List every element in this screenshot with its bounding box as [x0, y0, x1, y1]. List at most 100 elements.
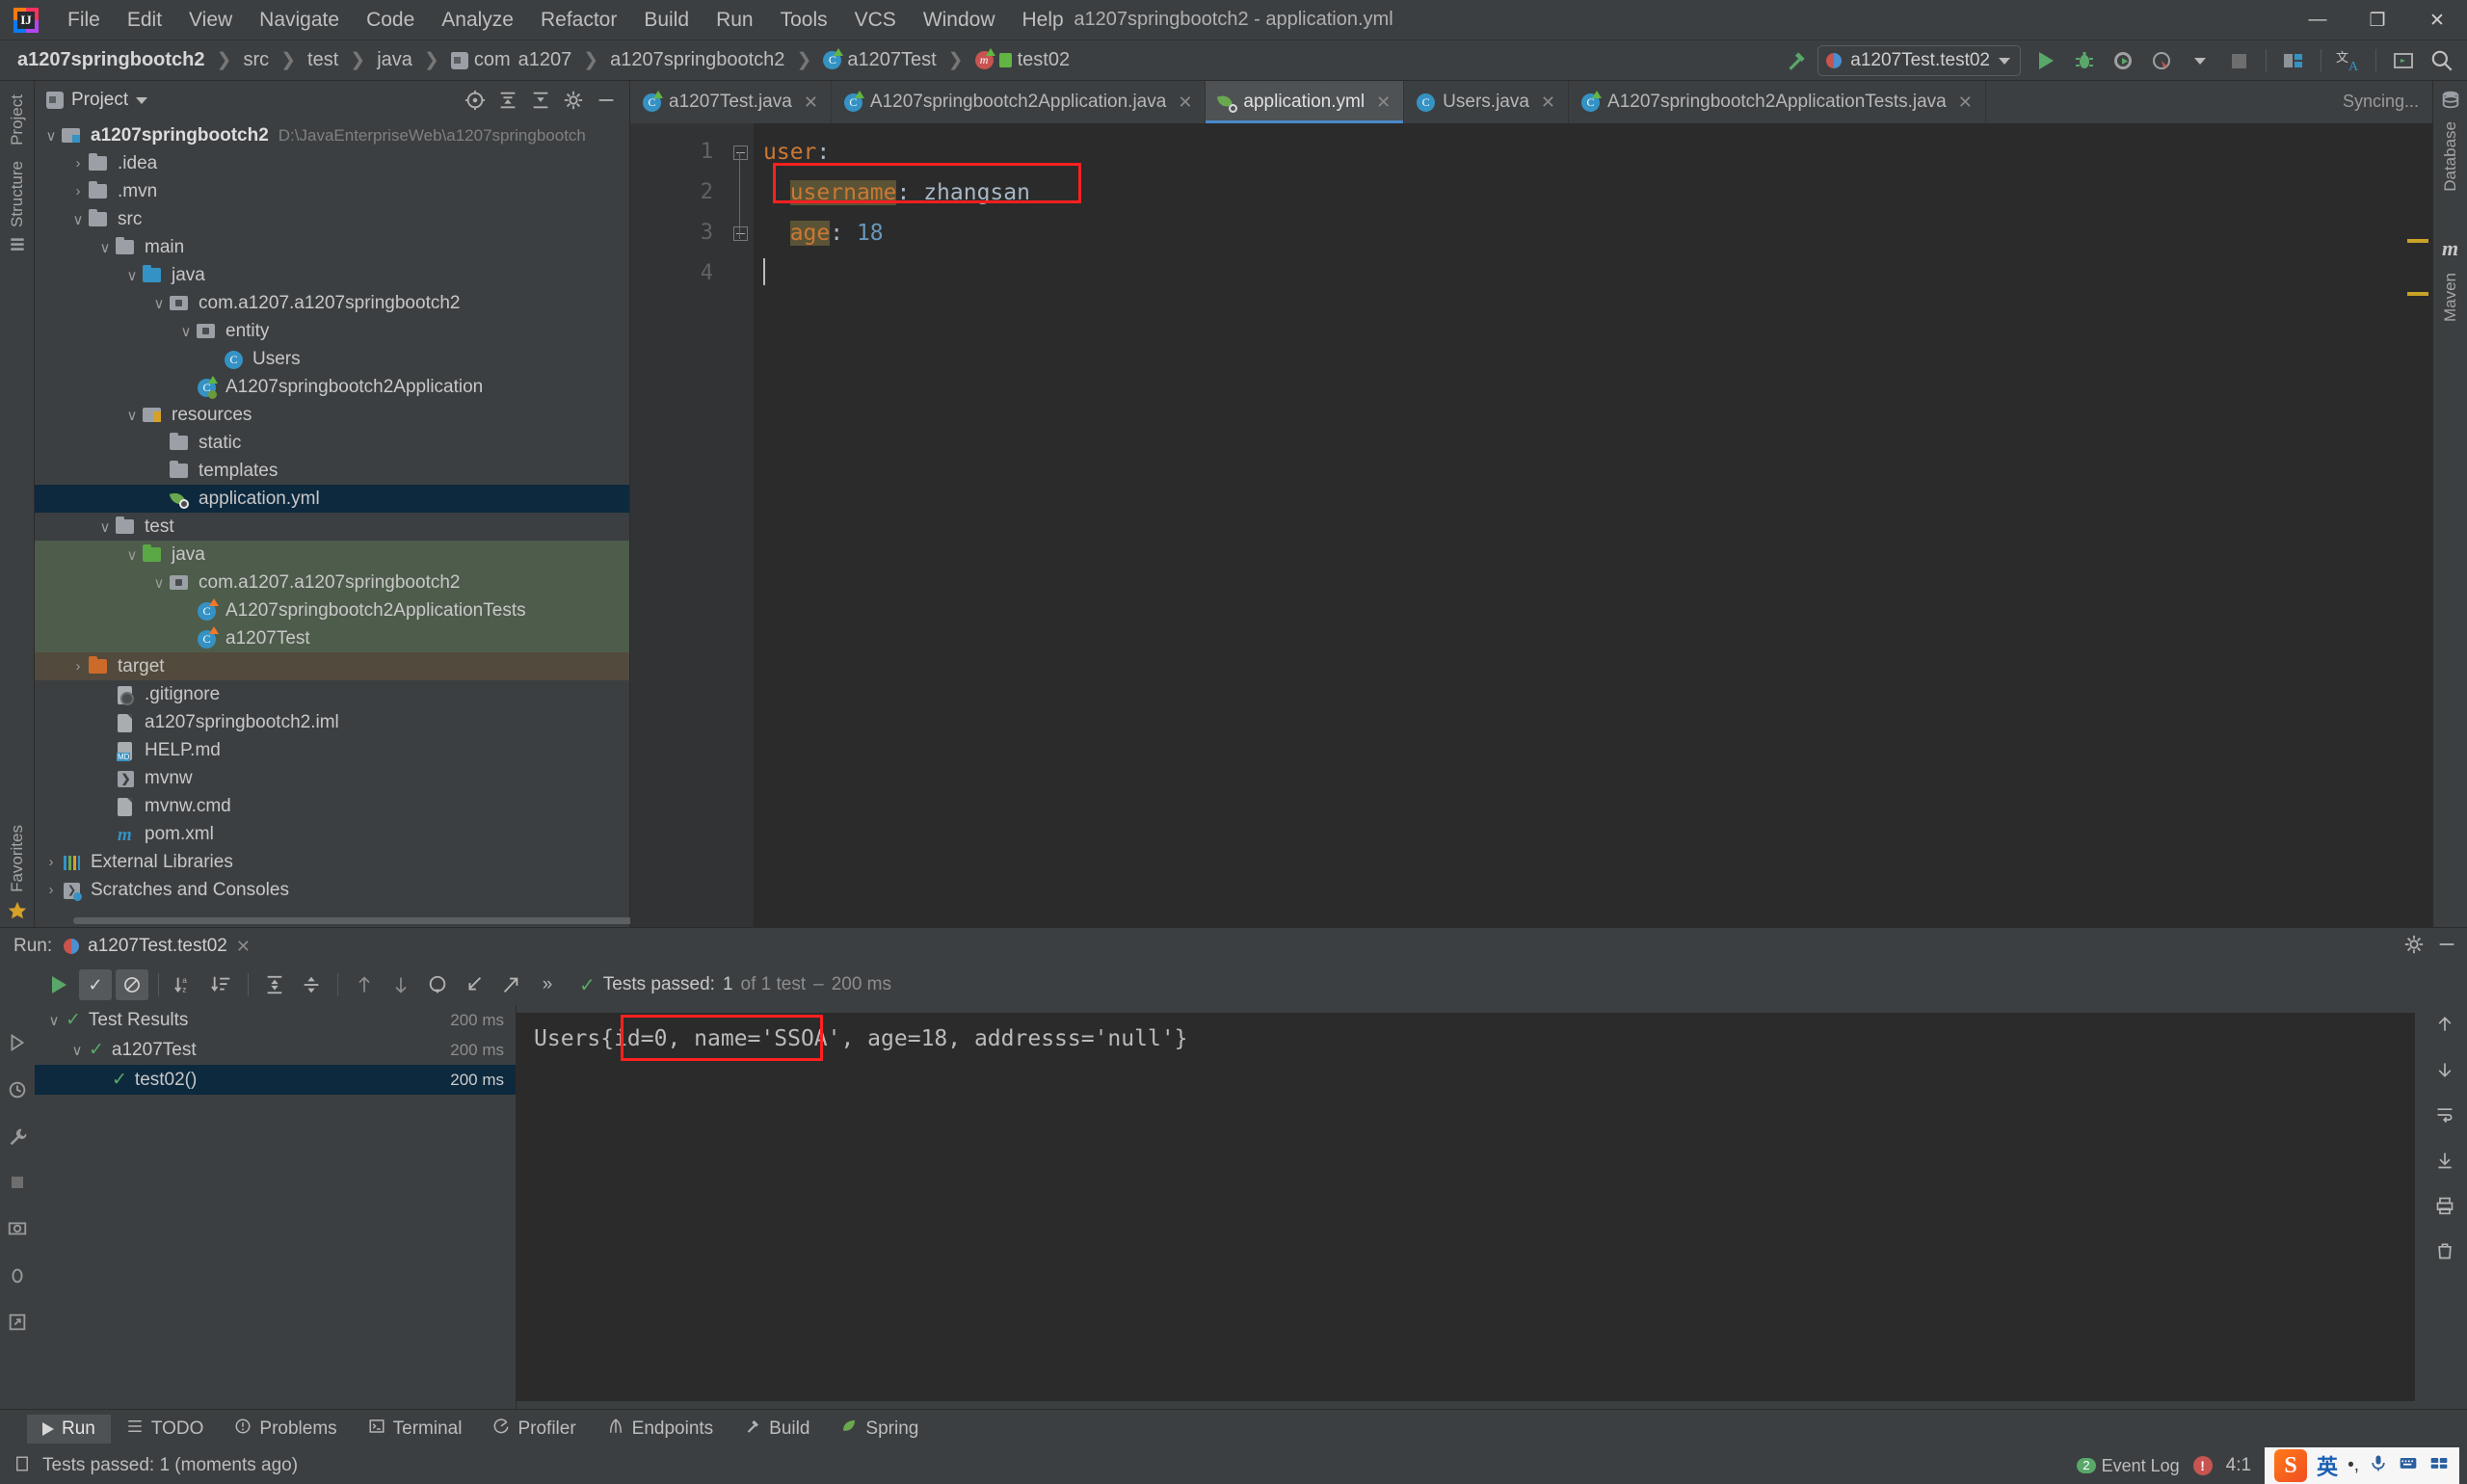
test-results-tree[interactable]: ∨ ✓ Test Results 200 ms ∨ ✓ a1207Test 20…: [35, 1005, 517, 1409]
chevron-down-icon[interactable]: ∨: [40, 127, 62, 145]
tool-button-structure[interactable]: Structure: [8, 161, 27, 227]
tree-row[interactable]: › .idea: [35, 149, 629, 177]
breadcrumb-item-com[interactable]: com: [447, 47, 515, 73]
tree-row[interactable]: ❯ mvnw: [35, 764, 629, 792]
chevron-down-icon[interactable]: [2183, 44, 2217, 77]
scroll-to-end-icon[interactable]: [2435, 1151, 2454, 1175]
breadcrumb-item-java[interactable]: java: [373, 47, 416, 73]
run-tab[interactable]: a1207Test.test02 ✕: [64, 936, 251, 957]
sort-duration-icon[interactable]: [205, 969, 238, 1000]
tree-row[interactable]: application.yml: [35, 485, 629, 513]
rerun-failed-icon[interactable]: [7, 1032, 28, 1058]
collapse-all-icon[interactable]: [295, 969, 328, 1000]
profiler-icon[interactable]: [2144, 44, 2179, 77]
inspection-warning-icon[interactable]: !: [2192, 1456, 2213, 1475]
close-button[interactable]: ✕: [2407, 0, 2467, 40]
close-icon[interactable]: ✕: [1958, 93, 1973, 113]
bookmarks-icon[interactable]: [8, 235, 27, 254]
run-icon[interactable]: [2029, 44, 2063, 77]
console-output-panel[interactable]: Users{id=0, name='SSOA', age=18, address…: [517, 1013, 2415, 1401]
tree-row[interactable]: › .mvn: [35, 177, 629, 205]
test-tree-row-results[interactable]: ∨ ✓ Test Results 200 ms: [35, 1005, 516, 1035]
tree-row[interactable]: ∨ entity: [35, 317, 629, 345]
toggle-auto-test-icon[interactable]: [7, 1079, 28, 1105]
maven-icon[interactable]: m: [2442, 236, 2458, 261]
menu-analyze[interactable]: Analyze: [428, 5, 527, 36]
ime-punctuation-icon[interactable]: •,: [2348, 1455, 2359, 1476]
tree-row[interactable]: ∨ a1207springbootch2 D:\JavaEnterpriseWeb\…: [35, 121, 629, 149]
menu-help[interactable]: Help: [1009, 5, 1077, 36]
close-icon[interactable]: ✕: [1178, 93, 1192, 113]
debug-icon[interactable]: [2067, 44, 2102, 77]
menu-window[interactable]: Window: [910, 5, 1009, 36]
chevron-down-icon[interactable]: ∨: [148, 295, 170, 312]
tool-button-endpoints[interactable]: Endpoints: [592, 1414, 729, 1444]
tree-row[interactable]: C A1207springbootch2ApplicationTests: [35, 596, 629, 624]
menu-vcs[interactable]: VCS: [841, 5, 910, 36]
tab-application-yml[interactable]: application.yml ✕: [1206, 81, 1405, 123]
tree-row[interactable]: static: [35, 429, 629, 457]
menu-build[interactable]: Build: [630, 5, 703, 36]
chevron-down-icon[interactable]: ∨: [121, 546, 143, 564]
tree-row[interactable]: ∨ test: [35, 513, 629, 541]
run-configuration-selector[interactable]: a1207Test.test02: [1817, 45, 2021, 76]
chevron-down-icon[interactable]: [136, 96, 148, 104]
chevron-right-icon[interactable]: ›: [40, 854, 62, 870]
tool-button-profiler[interactable]: Profiler: [477, 1414, 591, 1444]
chevron-down-icon[interactable]: ∨: [94, 239, 116, 256]
star-icon[interactable]: [7, 900, 28, 921]
tool-button-database[interactable]: Database: [2441, 121, 2460, 192]
stop-icon[interactable]: [9, 1174, 26, 1196]
tree-row[interactable]: a1207springbootch2.iml: [35, 708, 629, 736]
menu-code[interactable]: Code: [353, 5, 428, 36]
toolbox-icon[interactable]: [2428, 1453, 2450, 1478]
ime-bar[interactable]: S 英 •,: [2265, 1447, 2459, 1484]
tool-button-terminal[interactable]: Terminal: [353, 1414, 478, 1444]
tool-button-maven[interactable]: Maven: [2441, 273, 2460, 322]
collapse-all-icon[interactable]: [525, 86, 556, 115]
tab-A1207springbootch2Application-java[interactable]: C A1207springbootch2Application.java ✕: [832, 81, 1207, 123]
warning-marker[interactable]: [2407, 239, 2428, 243]
breadcrumb-item-project[interactable]: a1207springbootch2: [13, 47, 209, 73]
chevron-right-icon[interactable]: ›: [67, 658, 89, 675]
chevron-down-icon[interactable]: ∨: [67, 211, 89, 228]
hammer-icon[interactable]: [1779, 44, 1814, 77]
chevron-down-icon[interactable]: ∨: [66, 1042, 89, 1059]
select-opened-file-icon[interactable]: [460, 86, 491, 115]
chevron-down-icon[interactable]: ∨: [175, 323, 197, 340]
chevron-down-icon[interactable]: ∨: [94, 518, 116, 536]
tree-row[interactable]: ∨ resources: [35, 401, 629, 429]
screenshot-icon[interactable]: [7, 1217, 28, 1243]
gear-icon[interactable]: [558, 86, 589, 115]
keyboard-icon[interactable]: [2398, 1453, 2419, 1478]
tree-row[interactable]: › External Libraries: [35, 848, 629, 876]
tree-row[interactable]: templates: [35, 457, 629, 485]
tree-row[interactable]: ∨ java: [35, 261, 629, 289]
breadcrumb-item-a1207[interactable]: a1207: [515, 47, 576, 73]
import-tests-icon[interactable]: [458, 969, 491, 1000]
tree-row[interactable]: .gitignore: [35, 680, 629, 708]
run-with-coverage-icon[interactable]: [2106, 44, 2140, 77]
tab-Users-java[interactable]: C Users.java ✕: [1404, 81, 1570, 123]
chevron-down-icon[interactable]: ∨: [121, 267, 143, 284]
database-icon[interactable]: [2440, 89, 2461, 110]
soft-wrap-icon[interactable]: [2435, 1105, 2454, 1129]
tree-row[interactable]: ∨ java: [35, 541, 629, 569]
sort-alphabetically-icon[interactable]: az: [169, 969, 201, 1000]
chevron-right-icon[interactable]: ›: [67, 155, 89, 172]
menu-edit[interactable]: Edit: [114, 5, 175, 36]
tool-button-problems[interactable]: Problems: [219, 1414, 352, 1444]
chevron-down-icon[interactable]: ∨: [121, 407, 143, 424]
history-icon[interactable]: [421, 969, 454, 1000]
fold-marker[interactable]: [727, 213, 754, 253]
event-log-button[interactable]: 2 Event Log: [2077, 1456, 2180, 1476]
translate-icon[interactable]: 文A: [2331, 44, 2366, 77]
tree-row[interactable]: m pom.xml: [35, 820, 629, 848]
sogou-logo-icon[interactable]: S: [2274, 1449, 2308, 1482]
code-folding-gutter[interactable]: [727, 123, 754, 927]
chevron-right-icon[interactable]: ›: [40, 882, 62, 898]
tool-button-todo[interactable]: TODO: [111, 1414, 220, 1444]
chevron-down-icon[interactable]: ∨: [148, 574, 170, 592]
tool-button-favorites[interactable]: Favorites: [8, 825, 27, 892]
hide-panel-icon[interactable]: [2436, 934, 2457, 960]
